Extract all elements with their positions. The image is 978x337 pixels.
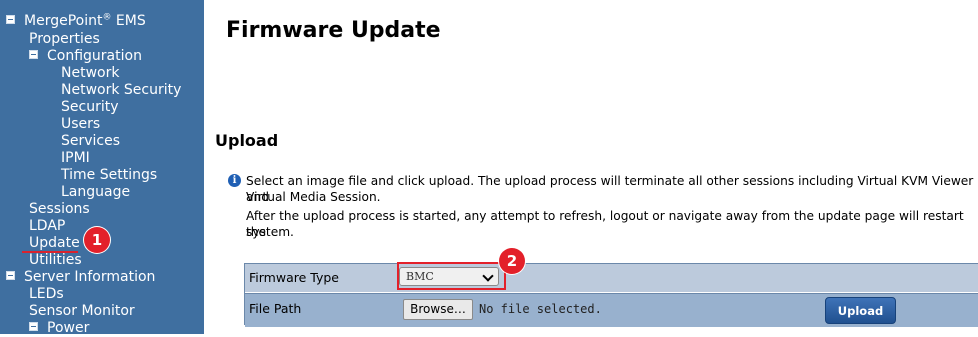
collapse-icon[interactable]	[29, 49, 38, 59]
upload-button[interactable]: Upload	[825, 297, 896, 324]
tree-item-configuration[interactable]: Configuration	[29, 48, 142, 65]
file-path-row: File Path Browse… No file selected. Uplo…	[245, 293, 978, 327]
section-title: Upload	[215, 131, 279, 150]
firmware-type-label: Firmware Type	[249, 270, 339, 285]
firmware-type-row: Firmware Type BMC	[245, 264, 978, 292]
upload-form-table: Firmware Type BMC File Path Browse… No f…	[244, 263, 978, 327]
sidebar-item-time-settings[interactable]: Time Settings	[61, 167, 157, 184]
sidebar-item-sensor-monitor[interactable]: Sensor Monitor	[29, 303, 135, 320]
sidebar-item-update[interactable]: Update	[29, 235, 80, 252]
file-status-text: No file selected.	[479, 302, 602, 316]
sidebar-item-network[interactable]: Network	[61, 65, 119, 82]
tree-label: Server Information	[24, 269, 156, 285]
sidebar-item-ipmi[interactable]: IPMI	[61, 150, 90, 167]
tree-label: MergePoint® EMS	[24, 12, 146, 29]
sidebar-item-language[interactable]: Language	[61, 184, 130, 201]
sidebar-item-services[interactable]: Services	[61, 133, 120, 150]
browse-button[interactable]: Browse…	[403, 299, 473, 320]
annotation-marker-1: 1	[84, 227, 110, 253]
tree-item-server-information[interactable]: Server Information	[6, 269, 155, 286]
sidebar-item-utilities[interactable]: Utilities	[29, 252, 82, 269]
sidebar-item-users[interactable]: Users	[61, 116, 100, 133]
sidebar: MergePoint® EMS Properties Configuration…	[0, 0, 204, 337]
collapse-icon[interactable]	[6, 270, 15, 280]
tree-item-mergepoint-ems[interactable]: MergePoint® EMS	[6, 13, 146, 30]
collapse-icon[interactable]	[6, 14, 15, 24]
tree-label: Configuration	[47, 48, 142, 64]
sidebar-item-security[interactable]: Security	[61, 99, 119, 116]
info-icon: i	[228, 174, 241, 187]
page-title: Firmware Update	[226, 18, 441, 43]
sidebar-item-leds[interactable]: LEDs	[29, 286, 64, 303]
collapse-icon[interactable]	[29, 321, 38, 331]
annotation-marker-2: 2	[499, 248, 525, 274]
info-text-line: Virtual Media Session.	[246, 190, 381, 204]
sidebar-item-ldap[interactable]: LDAP	[29, 218, 65, 235]
sidebar-item-network-security[interactable]: Network Security	[61, 82, 181, 99]
sidebar-item-properties[interactable]: Properties	[29, 31, 100, 48]
sidebar-item-sessions[interactable]: Sessions	[29, 201, 90, 218]
info-text-line: system.	[246, 225, 294, 239]
tree-item-power[interactable]: Power	[29, 320, 89, 337]
file-path-label: File Path	[249, 301, 302, 316]
annotation-highlight-box	[397, 262, 506, 290]
